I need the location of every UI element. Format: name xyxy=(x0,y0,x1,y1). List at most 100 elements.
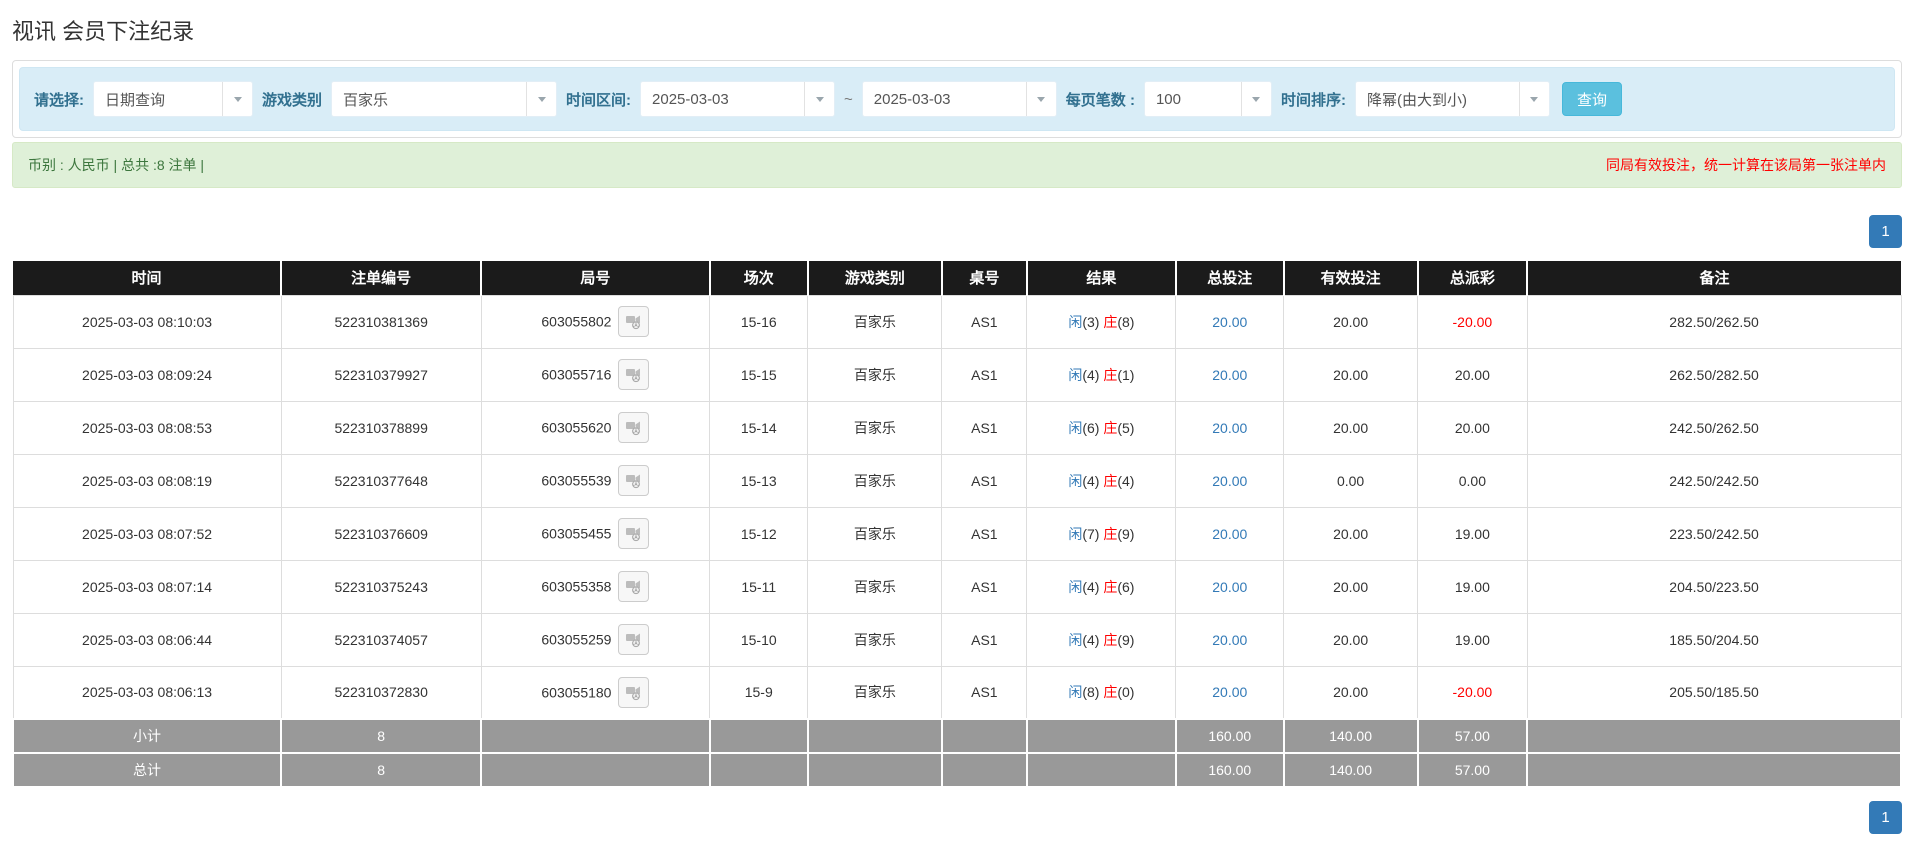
video-camera-icon xyxy=(626,633,641,648)
total-bet-cell[interactable]: 20.00 xyxy=(1175,347,1285,402)
chevron-down-icon[interactable] xyxy=(1518,82,1549,116)
game-category-label: 游戏类别 xyxy=(262,91,323,109)
bet-id-cell: 522310379927 xyxy=(280,347,482,402)
game-category-cell: 百家乐 xyxy=(807,665,943,720)
video-camera-icon xyxy=(626,527,641,542)
video-replay-button[interactable] xyxy=(618,465,650,496)
result-banker: 庄 xyxy=(1103,631,1118,648)
round-cell: 603055539 xyxy=(480,453,711,508)
total-bet-cell[interactable]: 20.00 xyxy=(1175,506,1285,561)
bet-records-table: 时间 注单编号 局号 场次 游戏类别 桌号 结果 总投注 有效投注 总派彩 备注 2025-03-0… xyxy=(11,261,1902,788)
result-player: 闲 xyxy=(1068,684,1083,701)
video-replay-button[interactable] xyxy=(618,518,650,549)
round-cell: 603055259 xyxy=(480,612,711,667)
table-row: 2025-03-03 08:08:53 522310378899 603055620… xyxy=(12,400,1902,455)
total-bet-cell[interactable]: 20.00 xyxy=(1175,400,1285,455)
result-cell: 闲(4) 庄(1) xyxy=(1026,347,1177,402)
video-replay-button[interactable] xyxy=(618,676,650,708)
date-from-select[interactable]: 2025-03-03 xyxy=(640,81,836,117)
table-row: 2025-03-03 08:06:13 522310372830 603055180… xyxy=(12,665,1902,720)
chevron-down-icon[interactable] xyxy=(526,82,556,116)
result-cell: 闲(4) 庄(4) xyxy=(1026,453,1177,508)
column-header: 结果 xyxy=(1026,261,1177,295)
time-cell: 2025-03-03 08:06:44 xyxy=(12,612,282,667)
pagination-page-1-button[interactable]: 1 xyxy=(1869,801,1902,834)
payout-cell: 19.00 xyxy=(1417,612,1528,667)
summary-cell xyxy=(480,718,711,754)
payout-cell: 0.00 xyxy=(1417,453,1528,508)
result-cell: 闲(4) 庄(9) xyxy=(1026,612,1177,667)
round-number: 603055259 xyxy=(541,631,612,648)
pagination-page-1-button[interactable]: 1 xyxy=(1869,215,1902,248)
round-number: 603055455 xyxy=(541,525,612,542)
payout-cell: 20.00 xyxy=(1417,347,1528,402)
search-button[interactable]: 查询 xyxy=(1561,82,1622,116)
session-cell: 15-15 xyxy=(709,347,809,402)
valid-bet-cell: 20.00 xyxy=(1283,506,1419,561)
valid-bet-notice-text: 同局有效投注，统一计算在该局第一张注单内 xyxy=(1606,157,1886,173)
table-row: 2025-03-03 08:10:03 522310381369 603055802… xyxy=(12,294,1902,349)
summary-cell: 57.00 xyxy=(1416,718,1529,754)
table-number-cell: AS1 xyxy=(941,347,1028,402)
summary-cell: 8 xyxy=(280,752,483,788)
query-type-select[interactable]: 日期查询 xyxy=(93,81,253,117)
result-banker: 庄 xyxy=(1103,578,1118,595)
total-bet-cell[interactable]: 20.00 xyxy=(1175,294,1285,349)
video-camera-icon xyxy=(626,580,641,595)
session-cell: 15-12 xyxy=(709,506,809,561)
video-replay-button[interactable] xyxy=(618,412,650,443)
summary-cell xyxy=(940,752,1028,788)
summary-cell: 8 xyxy=(280,718,483,754)
currency-summary-text: 币别 : 人民币 | 总共 :8 注单 | xyxy=(28,157,205,173)
total-bet-cell[interactable]: 20.00 xyxy=(1175,665,1285,720)
time-cell: 2025-03-03 08:07:14 xyxy=(12,559,282,614)
video-replay-button[interactable] xyxy=(618,306,650,337)
sort-order-select[interactable]: 降幂(由大到小) xyxy=(1354,81,1550,117)
session-cell: 15-9 xyxy=(709,665,809,720)
video-camera-icon xyxy=(626,421,641,436)
video-camera-icon xyxy=(626,474,641,489)
summary-cell: 140.00 xyxy=(1282,752,1419,788)
video-replay-button[interactable] xyxy=(618,359,650,390)
result-banker: 庄 xyxy=(1103,472,1118,489)
game-category-cell: 百家乐 xyxy=(807,400,943,455)
summary-cell xyxy=(480,752,711,788)
game-category-cell: 百家乐 xyxy=(807,294,943,349)
total-bet-cell[interactable]: 20.00 xyxy=(1175,612,1285,667)
game-category-cell: 百家乐 xyxy=(807,559,943,614)
valid-bet-cell: 20.00 xyxy=(1283,347,1419,402)
chevron-down-icon[interactable] xyxy=(1240,82,1271,116)
summary-cell xyxy=(940,718,1028,754)
total-bet-cell[interactable]: 20.00 xyxy=(1175,453,1285,508)
summary-cell xyxy=(708,718,809,754)
page-size-select[interactable]: 100 xyxy=(1143,81,1272,117)
remark-cell: 282.50/262.50 xyxy=(1526,294,1902,349)
round-number: 603055180 xyxy=(541,684,612,701)
table-row: 2025-03-03 08:06:44 522310374057 603055259… xyxy=(12,612,1902,667)
session-cell: 15-10 xyxy=(709,612,809,667)
chevron-down-icon[interactable] xyxy=(804,82,834,116)
valid-bet-cell: 0.00 xyxy=(1283,453,1419,508)
column-header: 有效投注 xyxy=(1283,261,1419,295)
subtotal-row: 小计 8 160.00 140.00 57.00 xyxy=(11,718,1902,754)
summary-cell: 160.00 xyxy=(1174,752,1285,788)
round-number: 603055620 xyxy=(541,419,612,436)
time-cell: 2025-03-03 08:08:19 xyxy=(12,453,282,508)
game-category-select[interactable]: 百家乐 xyxy=(331,81,558,117)
video-replay-button[interactable] xyxy=(618,624,650,655)
session-cell: 15-11 xyxy=(709,559,809,614)
summary-cell xyxy=(1025,752,1177,788)
page: 视讯 会员下注纪录 请选择: 日期查询 游戏类别 百家乐 时间区间: 2025-… xyxy=(0,0,1914,842)
result-banker: 庄 xyxy=(1103,366,1118,383)
chevron-down-icon[interactable] xyxy=(222,82,252,116)
video-replay-button[interactable] xyxy=(618,571,650,602)
result-player: 闲 xyxy=(1068,472,1083,489)
chevron-down-icon[interactable] xyxy=(1025,82,1056,116)
date-from-value: 2025-03-03 xyxy=(652,90,729,108)
column-header: 备注 xyxy=(1527,261,1901,295)
date-to-select[interactable]: 2025-03-03 xyxy=(861,81,1057,117)
bet-id-cell: 522310372830 xyxy=(280,665,482,720)
result-cell: 闲(8) 庄(0) xyxy=(1026,665,1177,720)
total-bet-cell[interactable]: 20.00 xyxy=(1175,559,1285,614)
summary-cell xyxy=(1526,752,1902,788)
